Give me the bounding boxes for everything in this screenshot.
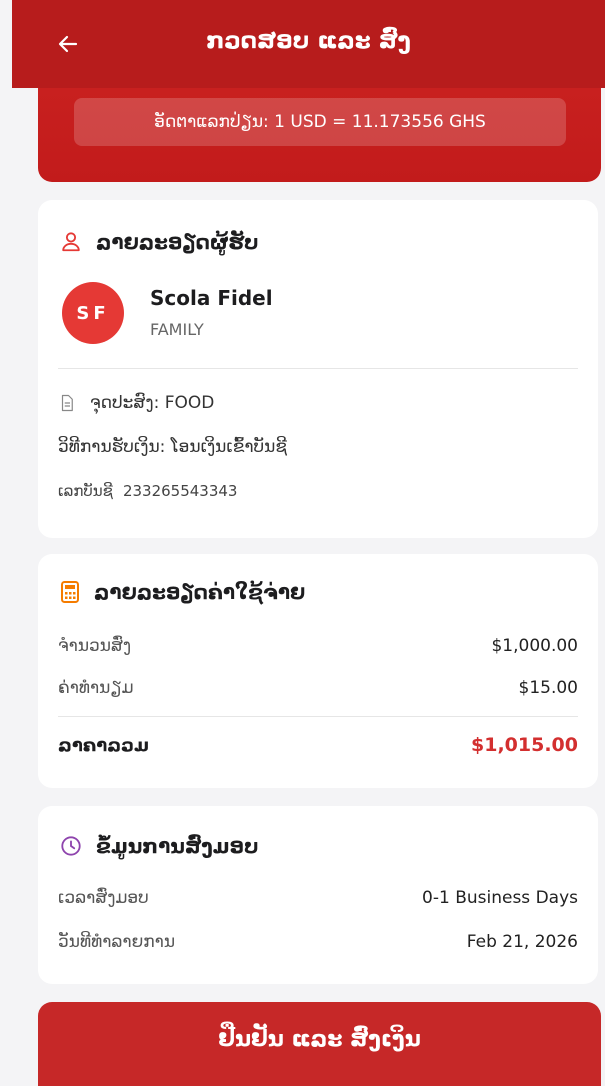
exchange-rate-text: ອັດຕາແລກປ່ຽນ: 1 USD = 11.173556 GHS <box>74 98 566 146</box>
receive-method-line: ວິທີການຮັບເງິນ: ໂອນເງິນເຂົ້າບັນຊີ <box>58 437 287 457</box>
account-number: 233265543343 <box>122 482 238 500</box>
cost-card-title: ລາຍລະອຽດຄ່າໃຊ້ຈ່າຍ <box>94 580 306 604</box>
calculator-icon <box>61 581 79 603</box>
account-line: ເລກບັນຊີ 233265543343 <box>58 482 237 500</box>
recipient-card-title: ລາຍລະອຽດຜູ້ຮັບ <box>96 230 259 254</box>
avatar: SF <box>62 282 124 344</box>
user-icon <box>62 232 80 252</box>
purpose-text: ຈຸດປະສົງ: FOOD <box>90 393 215 413</box>
clock-icon <box>61 836 81 856</box>
account-label: ເລກບັນຊີ <box>58 482 113 500</box>
delivery-card-title: ຂໍ້ມູນການສົ່ງມອບ <box>96 834 259 858</box>
review-and-send-screen: ກວດສອບ ແລະ ສົ່ງ ອັດຕາແລກປ່ຽນ: 1 USD = 11… <box>0 0 605 1086</box>
cost-row-fee: ຄ່າທຳນຽມ $15.00 <box>58 678 578 698</box>
cost-row-label: ຄ່າທຳນຽມ <box>58 678 134 698</box>
delivery-row-date: ວັນທີທຳລາຍການ Feb 21, 2026 <box>58 932 578 952</box>
total-value: $1,015.00 <box>471 734 578 756</box>
app-header: ກວດສອບ ແລະ ສົ່ງ <box>12 0 605 88</box>
cost-row-label: ຈຳນວນສົ່ງ <box>58 636 132 656</box>
confirm-and-send-button[interactable]: ຢືນຢັນ ແລະ ສົ່ງເງິນ <box>38 1002 601 1086</box>
cost-row-amount: ຈຳນວນສົ່ງ $1,000.00 <box>58 636 578 656</box>
cost-row-value: $1,000.00 <box>491 636 578 656</box>
divider <box>58 368 578 369</box>
delivery-card-header: ຂໍ້ມູນການສົ່ງມອບ <box>60 834 259 858</box>
cost-details-card: ລາຍລະອຽດຄ່າໃຊ້ຈ່າຍ ຈຳນວນສົ່ງ $1,000.00 ຄ… <box>38 554 598 788</box>
delivery-row-label: ວັນທີທຳລາຍການ <box>58 932 176 952</box>
cost-card-header: ລາຍລະອຽດຄ່າໃຊ້ຈ່າຍ <box>60 580 305 604</box>
cost-row-total: ລາຄາລວມ $1,015.00 <box>58 734 578 756</box>
recipient-card-header: ລາຍລະອຽດຜູ້ຮັບ <box>60 230 259 254</box>
receive-method-text: ວິທີການຮັບເງິນ: ໂອນເງິນເຂົ້າບັນຊີ <box>58 437 287 457</box>
total-label: ລາຄາລວມ <box>58 734 149 756</box>
exchange-rate-banner: ອັດຕາແລກປ່ຽນ: 1 USD = 11.173556 GHS <box>38 88 601 182</box>
recipient-name: Scola Fidel <box>150 286 273 310</box>
delivery-info-card: ຂໍ້ມູນການສົ່ງມອບ ເວລາສົ່ງມອບ 0-1 Busines… <box>38 806 598 984</box>
page-title: ກວດສອບ ແລະ ສົ່ງ <box>206 28 411 54</box>
delivery-row-value: 0-1 Business Days <box>422 888 578 908</box>
document-icon <box>61 394 73 412</box>
recipient-relation: FAMILY <box>150 320 204 339</box>
recipient-details-card: ລາຍລະອຽດຜູ້ຮັບ SF Scola Fidel FAMILY ຈຸດ… <box>38 200 598 538</box>
delivery-row-value: Feb 21, 2026 <box>466 932 578 952</box>
divider <box>58 716 578 717</box>
cost-row-value: $15.00 <box>518 678 578 698</box>
delivery-row-time: ເວລາສົ່ງມອບ 0-1 Business Days <box>58 888 578 908</box>
purpose-line: ຈຸດປະສົງ: FOOD <box>58 393 214 413</box>
delivery-row-label: ເວລາສົ່ງມອບ <box>58 888 149 908</box>
